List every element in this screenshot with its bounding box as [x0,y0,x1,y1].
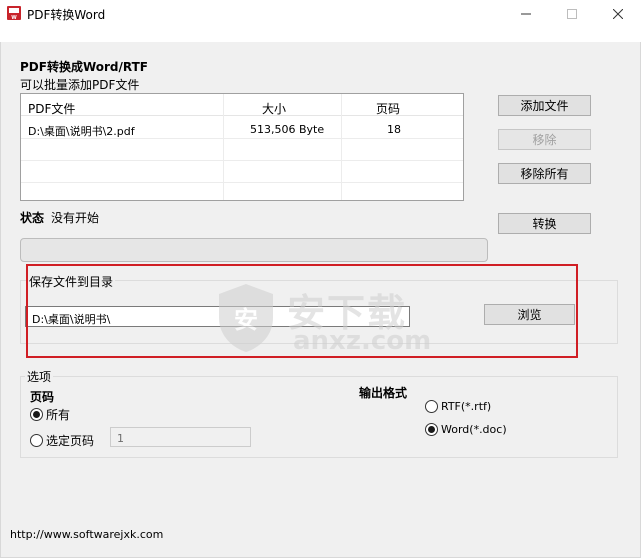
status-label: 状态 [20,211,45,225]
radio-word-format[interactable]: Word(*.doc) [425,423,507,436]
add-file-button[interactable]: 添加文件 [498,95,591,116]
radio-circle [425,423,438,436]
remove-button[interactable]: 移除 [498,129,591,150]
radio-circle [30,408,43,421]
maximize-icon [567,9,577,19]
radio-all-pages[interactable]: 所有 [30,406,70,423]
options-label: 选项 [25,368,54,385]
column-header-size[interactable]: 大小 [262,100,286,117]
remove-all-button[interactable]: 移除所有 [498,163,591,184]
file-list-header: PDF文件 大小 页码 [21,94,463,116]
row-divider [21,182,463,183]
column-divider [341,94,342,200]
radio-selected-dot [428,426,435,433]
convert-button[interactable]: 转换 [498,213,591,234]
minimize-button[interactable] [503,0,549,28]
client-area: PDF转换成Word/RTF 可以批量添加PDF文件 PDF文件 大小 页码 D… [0,42,641,518]
column-divider [223,94,224,200]
radio-rtf-format[interactable]: RTF(*.rtf) [425,400,491,413]
maximize-button[interactable] [549,0,595,28]
convert-section-subtitle: 可以批量添加PDF文件 [20,78,140,92]
file-list[interactable]: PDF文件 大小 页码 D:\桌面\说明书\2.pdf 513,506 Byte… [20,93,464,201]
radio-word-label: Word(*.doc) [441,423,507,436]
close-button[interactable] [595,0,641,28]
title-bar: W PDF转换Word [0,0,641,28]
footer-url: http://www.softwarejxk.com [10,528,164,541]
close-icon [613,9,623,19]
minimize-icon [521,13,531,15]
row-divider [21,160,463,161]
svg-text:W: W [11,15,17,21]
radio-rtf-label: RTF(*.rtf) [441,400,492,413]
selected-pages-input[interactable]: 1 [110,427,251,447]
output-format-label: 输出格式 [359,386,408,400]
radio-selected-dot [33,411,40,418]
cell-file: D:\桌面\说明书\2.pdf [28,125,135,138]
column-header-pages[interactable]: 页码 [376,100,400,117]
column-header-file[interactable]: PDF文件 [28,100,75,117]
convert-section-title: PDF转换成Word/RTF [20,60,148,74]
highlight-box [26,264,578,358]
radio-circle [425,400,438,413]
radio-all-label: 所有 [46,408,71,422]
progress-bar [20,238,488,262]
cell-size: 513,506 Byte [250,123,325,136]
pdf-app-icon: W [6,5,22,21]
window-title: PDF转换Word [27,8,106,22]
cell-pages: 18 [387,123,401,136]
radio-selected-label: 选定页码 [46,434,95,448]
radio-circle [30,434,43,447]
pages-label: 页码 [30,390,55,404]
radio-selected-pages[interactable]: 选定页码 [30,432,94,449]
status-value: 没有开始 [51,211,100,225]
status-bar: http://www.softwarejxk.com [0,518,641,558]
